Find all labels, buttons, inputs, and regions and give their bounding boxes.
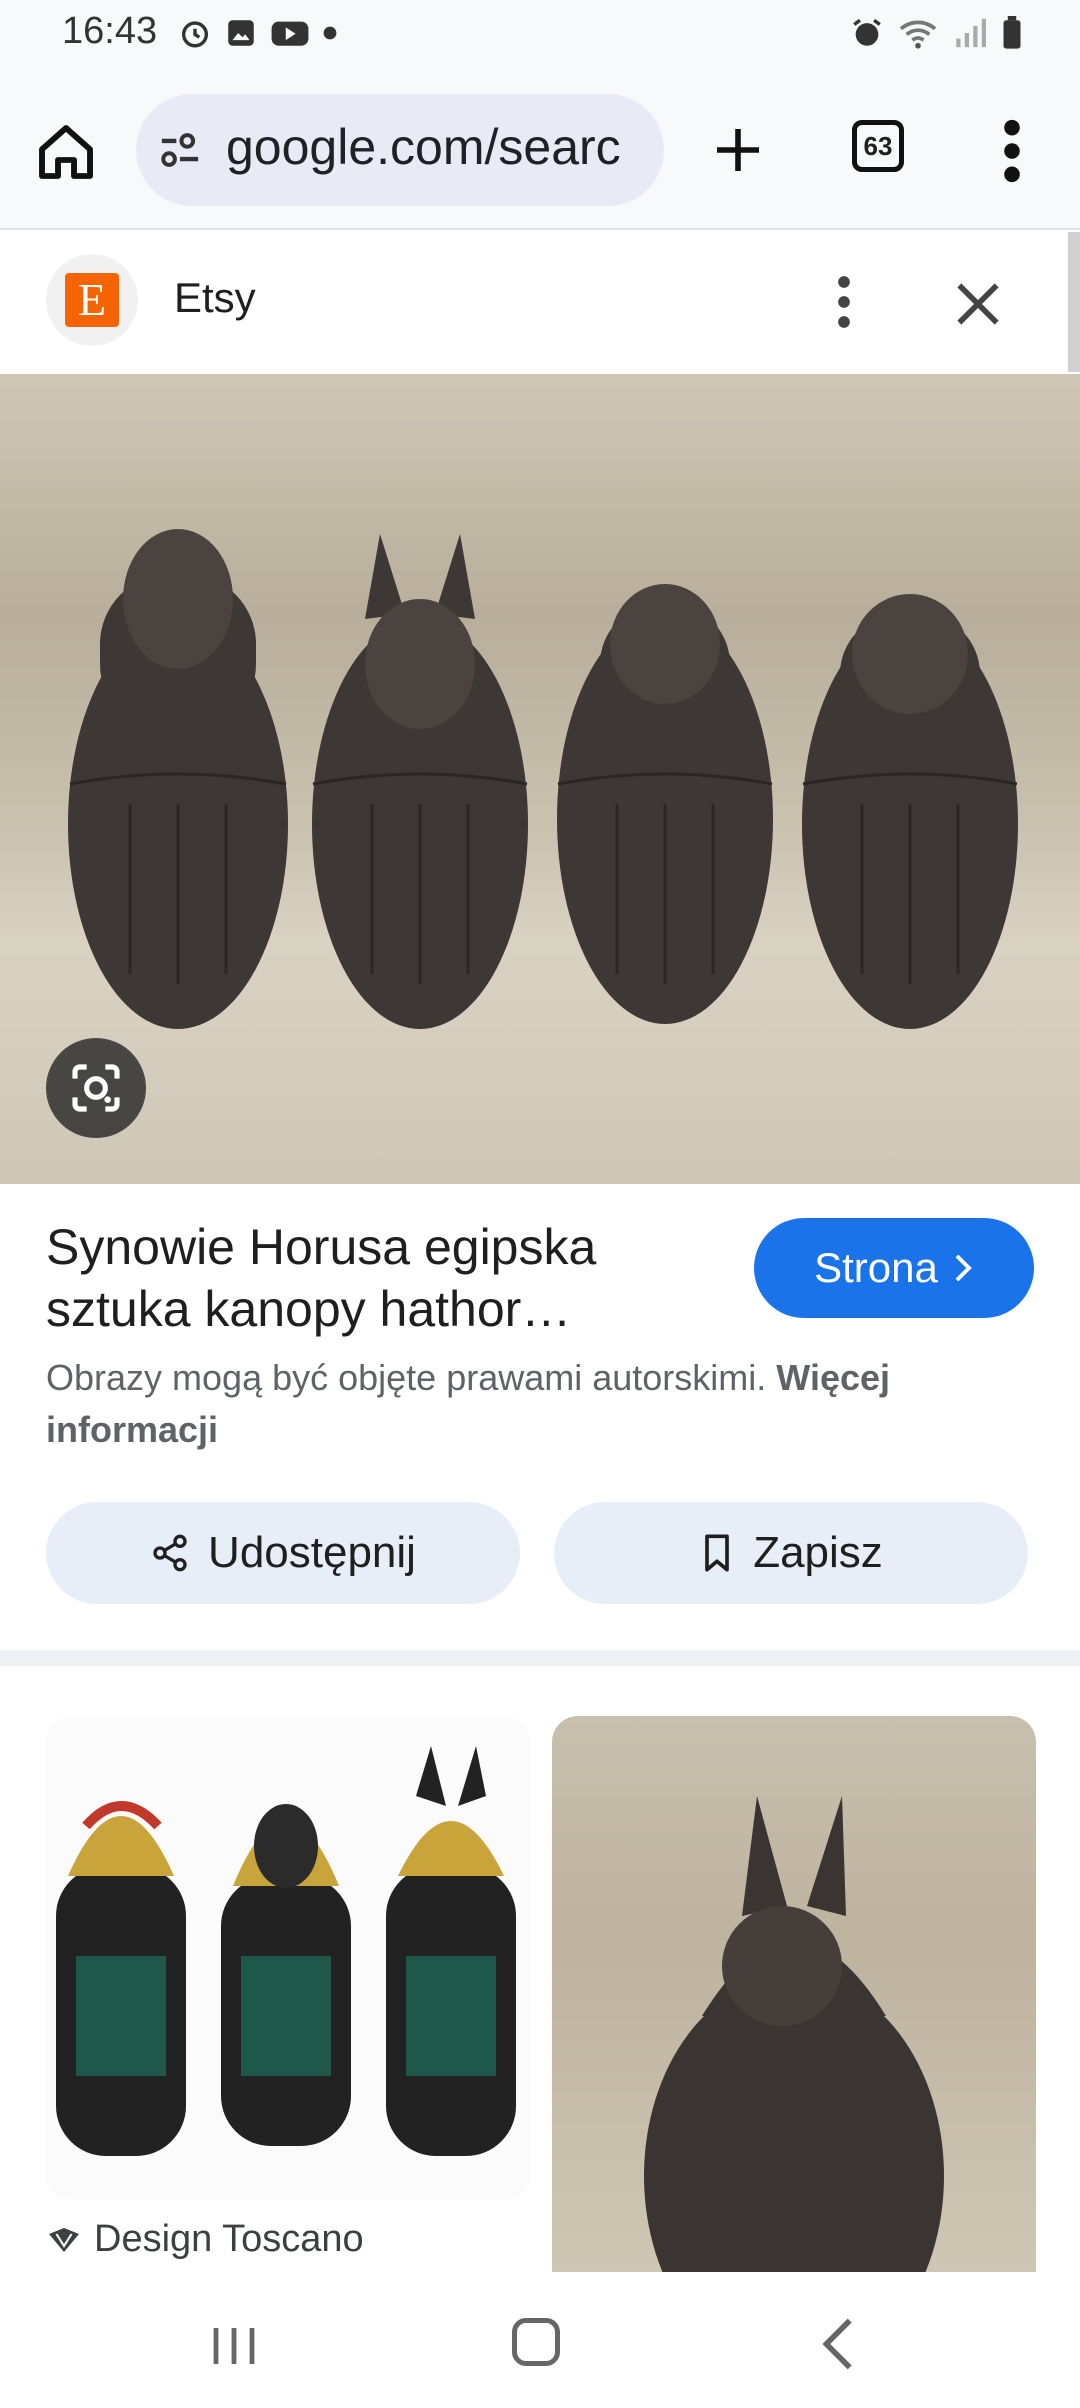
chevron-right-icon: [955, 1254, 972, 1282]
colored-canopic-jars-photo: [56, 1746, 516, 2156]
tab-switcher-button[interactable]: 63: [852, 120, 904, 172]
notification-icons: [178, 16, 338, 50]
home-nav-icon[interactable]: [512, 2318, 560, 2366]
source-header: E Etsy: [0, 232, 1068, 374]
copyright-notice: Obrazy mogą być objęte prawami autorskim…: [46, 1352, 1036, 1456]
related-image-1[interactable]: [46, 1716, 530, 2200]
status-time: 16:43: [62, 10, 158, 52]
system-icons: [850, 16, 1024, 50]
visit-button[interactable]: Strona: [754, 1218, 1034, 1318]
youtube-icon: [271, 21, 309, 46]
related-image-2[interactable]: [552, 1716, 1036, 2272]
result-title[interactable]: Synowie Horusa egipska sztuka kanopy hat…: [46, 1216, 686, 1340]
section-divider: [0, 1650, 1080, 1666]
alarm-icon: [853, 18, 881, 46]
home-icon[interactable]: [34, 120, 98, 184]
url-text: google.com/searc: [226, 119, 621, 175]
related-source-name: Design Toscano: [94, 2218, 364, 2260]
scrollbar[interactable]: [1068, 232, 1080, 372]
google-lens-button[interactable]: [46, 1038, 146, 1138]
address-bar[interactable]: google.com/searc: [136, 94, 664, 206]
signal-icon: [956, 18, 986, 48]
share-button-label: Udostępnij: [208, 1528, 416, 1577]
share-button[interactable]: Udostępnij: [46, 1502, 520, 1604]
status-bar: 16:43: [0, 0, 1080, 70]
save-button[interactable]: Zapisz: [554, 1502, 1028, 1604]
plus-icon[interactable]: [710, 122, 766, 178]
browser-toolbar: google.com/searc 63: [0, 70, 1080, 230]
visit-button-label: Strona: [814, 1244, 938, 1291]
dot-icon: [323, 26, 337, 40]
design-toscano-icon: [49, 2227, 79, 2252]
related-source[interactable]: Design Toscano: [46, 2218, 364, 2261]
etsy-logo: E: [46, 254, 138, 346]
source-name: Etsy: [174, 274, 256, 321]
wifi-icon: [899, 20, 937, 49]
canopic-jars-photo: [68, 529, 1018, 1029]
main-image[interactable]: [0, 374, 1080, 1184]
site-settings-icon[interactable]: [158, 130, 202, 170]
battery-icon: [1003, 16, 1021, 49]
logo-letter: E: [65, 273, 119, 327]
back-icon[interactable]: [820, 2316, 856, 2372]
system-nav-bar: [0, 2272, 1080, 2408]
close-icon[interactable]: [950, 276, 1006, 332]
copyright-text: Obrazy mogą być objęte prawami autorskim…: [46, 1357, 777, 1398]
lens-icon: [72, 1064, 120, 1112]
gallery-icon: [228, 20, 254, 46]
recent-apps-icon[interactable]: [210, 2324, 258, 2368]
more-vert-icon[interactable]: [820, 272, 868, 332]
alarm-clock-icon: [181, 21, 209, 48]
bookmark-icon: [705, 1534, 730, 1572]
more-vert-icon[interactable]: [988, 116, 1036, 186]
save-button-label: Zapisz: [753, 1528, 883, 1577]
share-icon: [153, 1534, 187, 1572]
anubis-jar-photo: [644, 1796, 944, 2272]
